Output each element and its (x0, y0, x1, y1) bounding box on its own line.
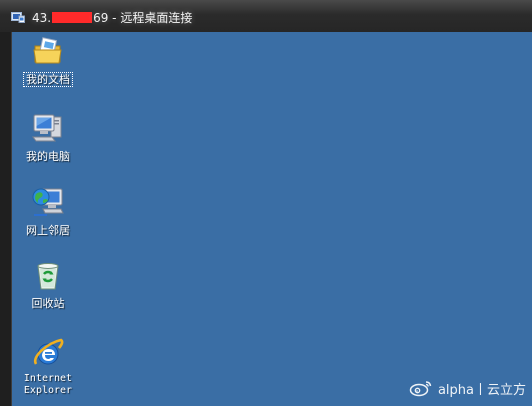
window-title: 43. 69 - 远程桌面连接 (32, 10, 192, 26)
desktop-icon-label: 回收站 (31, 297, 65, 310)
my-documents-folder-icon (33, 37, 62, 64)
network-places-icon (32, 188, 64, 216)
window-title-suffix: 69 - 远程桌面连接 (93, 11, 193, 25)
desktop-icon-my-documents[interactable]: 我的文档 (10, 36, 86, 87)
desktop-icon-label: 网上邻居 (26, 224, 70, 237)
watermark: alpha丨云立方 (409, 378, 526, 398)
weibo-icon (409, 381, 432, 397)
desktop-icon-my-computer[interactable]: 我的电脑 (10, 111, 86, 164)
desktop-icon-internet-explorer[interactable]: Internet Explorer (10, 336, 86, 397)
remote-desktop[interactable]: 我的文档 我的电脑 网上邻居 回收站 Internet Explorer alp… (12, 32, 532, 406)
redaction-bar (52, 12, 93, 23)
desktop-icon-label: Internet Explorer (23, 373, 73, 396)
watermark-text: alpha丨云立方 (437, 382, 526, 398)
desktop-icon-network-places[interactable]: 网上邻居 (10, 185, 86, 238)
desktop-icon-recycle-bin[interactable]: 回收站 (10, 260, 86, 311)
recycle-bin-icon (37, 263, 59, 290)
desktop-icon-label: 我的电脑 (26, 150, 70, 163)
desktop-icon-label: 我的文档 (23, 72, 73, 87)
remote-desktop-app-icon (11, 12, 25, 23)
my-computer-icon (32, 114, 62, 142)
internet-explorer-icon (33, 338, 64, 365)
window-title-prefix: 43. (32, 11, 52, 25)
title-bar[interactable]: 43. 69 - 远程桌面连接 (0, 0, 532, 33)
